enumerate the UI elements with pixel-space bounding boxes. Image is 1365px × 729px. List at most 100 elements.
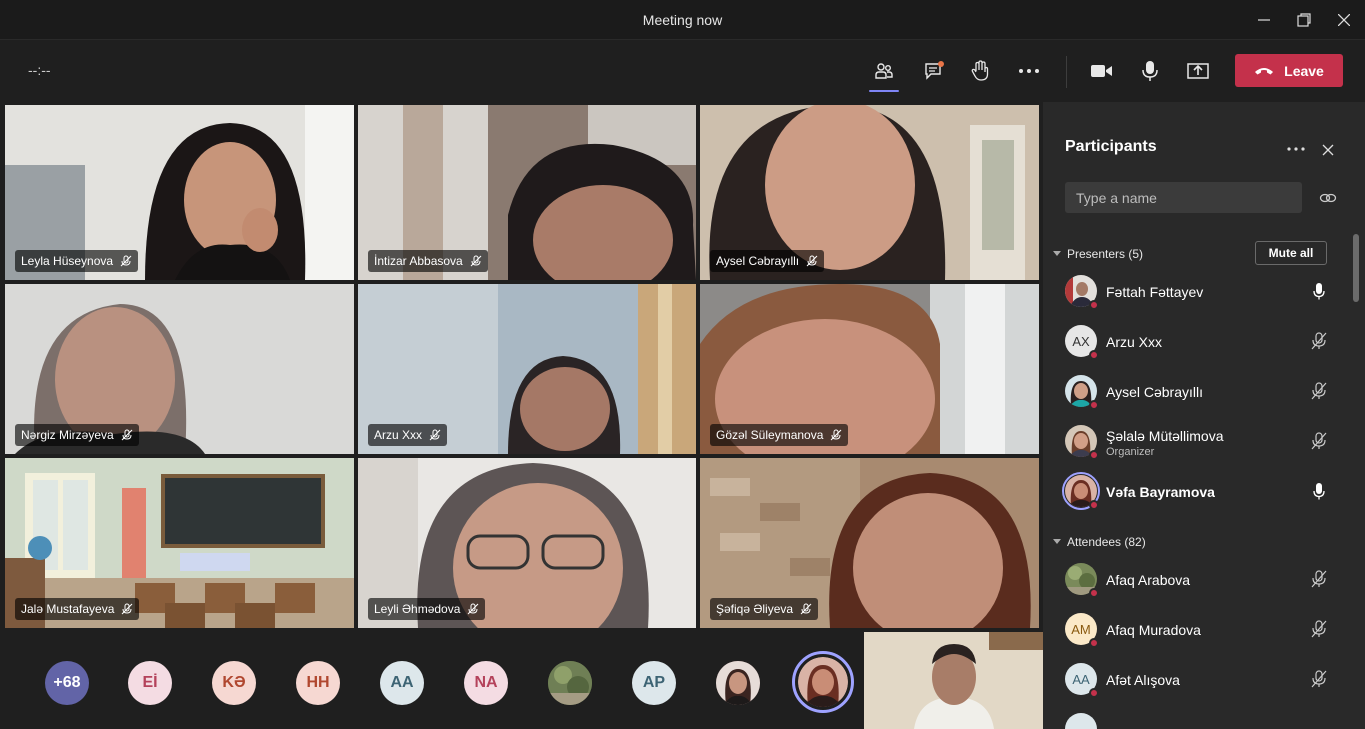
video-tile[interactable]: Arzu Xxx xyxy=(358,284,696,454)
video-tile[interactable]: Aysel Cəbrayıllı xyxy=(700,105,1039,280)
more-actions-button[interactable] xyxy=(1014,56,1044,86)
mic-off-icon xyxy=(1309,381,1329,401)
mic-off-icon xyxy=(1309,669,1329,689)
chat-button[interactable] xyxy=(919,56,949,86)
leave-button[interactable]: Leave xyxy=(1235,54,1343,87)
participant-name: Arzu Xxx xyxy=(1106,334,1163,350)
presence-indicator xyxy=(1089,350,1099,360)
presence-indicator xyxy=(1089,638,1099,648)
leave-label: Leave xyxy=(1284,62,1324,79)
presence-indicator xyxy=(1089,400,1099,410)
participant-row[interactable]: AM Afaq Muradova xyxy=(1043,607,1353,655)
video-feed xyxy=(864,632,1043,729)
participant-photo-avatar[interactable] xyxy=(548,661,592,705)
chat-icon xyxy=(925,61,944,80)
share-screen-icon xyxy=(1187,63,1209,79)
video-tile[interactable]: Nərgiz Mirzəyeva xyxy=(5,284,354,454)
meeting-toolbar: --:-- Leave xyxy=(0,40,1365,102)
mic-off-icon xyxy=(1309,431,1329,451)
active-speaker-avatar[interactable] xyxy=(792,651,854,713)
camera-icon xyxy=(1091,65,1112,77)
video-tile[interactable]: Leyli Əhmədova xyxy=(358,458,696,628)
video-tile[interactable]: Şəfiqə Əliyeva xyxy=(700,458,1039,628)
minimize-icon[interactable] xyxy=(1252,8,1276,32)
people-icon xyxy=(875,63,893,79)
participant-role: Organizer xyxy=(1106,446,1155,458)
camera-button[interactable] xyxy=(1087,56,1117,86)
participant-avatar[interactable]: HH xyxy=(296,661,340,705)
participant-photo-avatar[interactable] xyxy=(716,661,760,705)
presence-indicator xyxy=(1089,450,1099,460)
maximize-icon[interactable] xyxy=(1292,8,1316,32)
participant-name-tag: Jalə Mustafayeva xyxy=(15,598,140,620)
microphone-icon xyxy=(1142,61,1158,81)
mic-off-icon xyxy=(468,603,479,615)
video-tile[interactable]: İntizar Abbasova xyxy=(358,105,696,280)
participant-avatar[interactable]: KƏ xyxy=(212,661,256,705)
video-tile[interactable]: Jalə Mustafayeva xyxy=(5,458,354,628)
mic-off-icon xyxy=(806,255,818,267)
presence-indicator xyxy=(1089,500,1099,510)
presenters-section-header[interactable]: Presenters (5) xyxy=(1053,247,1143,261)
participant-name-tag: İntizar Abbasova xyxy=(368,250,488,272)
mic-off-icon xyxy=(470,255,482,267)
participant-avatar[interactable]: Eİ xyxy=(128,661,172,705)
participant-row-speaking[interactable]: Vəfa Bayramova xyxy=(1043,469,1353,517)
presence-indicator xyxy=(1089,688,1099,698)
toolbar-divider xyxy=(1066,56,1067,88)
close-panel-icon[interactable] xyxy=(1317,139,1339,161)
participant-name-tag: Leyli Əhmədova xyxy=(368,598,486,620)
participant-avatar[interactable]: AP xyxy=(632,661,676,705)
panel-more-icon[interactable] xyxy=(1285,138,1307,160)
title-bar: Meeting now xyxy=(0,0,1365,40)
participant-row-partial[interactable] xyxy=(1043,707,1353,729)
hand-icon xyxy=(971,60,989,81)
participant-name-tag: Aysel Cəbrayıllı xyxy=(710,250,825,272)
participant-row[interactable]: Afaq Arabova xyxy=(1043,557,1353,605)
attendees-section-header[interactable]: Attendees (82) xyxy=(1053,535,1146,549)
participant-avatar[interactable]: AA xyxy=(380,661,424,705)
participant-row[interactable]: Şəlalə Mütəllimova Organizer xyxy=(1043,419,1353,467)
participant-name-tag: Leyla Hüseynova xyxy=(15,250,139,272)
mic-off-icon xyxy=(1309,619,1329,639)
raise-hand-button[interactable] xyxy=(965,56,995,86)
mic-off-icon xyxy=(122,603,133,615)
participant-row[interactable]: Fəttah Fəttayev xyxy=(1043,269,1353,317)
mic-off-icon xyxy=(1309,569,1329,589)
video-stage: Leyla Hüseynova İntizar Abbasova Aysel C… xyxy=(0,102,1043,729)
share-screen-button[interactable] xyxy=(1183,56,1213,86)
share-invite-link-icon[interactable] xyxy=(1317,187,1339,209)
participant-name-tag: Şəfiqə Əliyeva xyxy=(710,598,819,620)
panel-title: Participants xyxy=(1065,138,1157,155)
participant-name: Vəfa Bayramova xyxy=(1106,484,1215,500)
hang-up-icon xyxy=(1255,67,1274,74)
close-window-icon[interactable] xyxy=(1332,8,1356,32)
participant-name: Afət Alışova xyxy=(1106,672,1180,688)
participant-row[interactable]: Aysel Cəbrayıllı xyxy=(1043,369,1353,417)
participant-row[interactable]: AX Arzu Xxx xyxy=(1043,319,1353,367)
microphone-button[interactable] xyxy=(1135,56,1165,86)
panel-scrollbar[interactable] xyxy=(1353,234,1359,302)
participants-panel: Participants Presenters (5) Mute all Fət… xyxy=(1043,102,1365,729)
participants-button[interactable] xyxy=(869,56,899,92)
participant-avatar-strip: +68 Eİ KƏ HH AA NA AP xyxy=(0,628,862,729)
mic-on-icon xyxy=(1309,281,1329,301)
participant-name: Afaq Muradova xyxy=(1106,622,1201,638)
participant-name-tag: Gözəl Süleymanova xyxy=(710,424,849,446)
window-title: Meeting now xyxy=(642,12,723,28)
participant-name: Aysel Cəbrayıllı xyxy=(1106,384,1204,400)
chevron-down-icon xyxy=(1053,251,1061,256)
mic-off-icon xyxy=(121,429,133,441)
participant-search-input[interactable] xyxy=(1065,182,1302,213)
participant-avatar[interactable]: NA xyxy=(464,661,508,705)
overflow-count-avatar[interactable]: +68 xyxy=(45,661,89,705)
mute-all-button[interactable]: Mute all xyxy=(1255,241,1327,265)
participant-name: Şəlalə Mütəllimova xyxy=(1106,428,1224,444)
video-tile[interactable]: Gözəl Süleymanova xyxy=(700,284,1039,454)
participant-row[interactable]: AA Afət Alışova xyxy=(1043,657,1353,705)
video-tile[interactable]: Leyla Hüseynova xyxy=(5,105,354,280)
self-video-preview[interactable] xyxy=(864,632,1043,729)
participant-name: Fəttah Fəttayev xyxy=(1106,284,1204,300)
mic-off-icon xyxy=(120,255,132,267)
participant-name-tag: Nərgiz Mirzəyeva xyxy=(15,424,139,446)
